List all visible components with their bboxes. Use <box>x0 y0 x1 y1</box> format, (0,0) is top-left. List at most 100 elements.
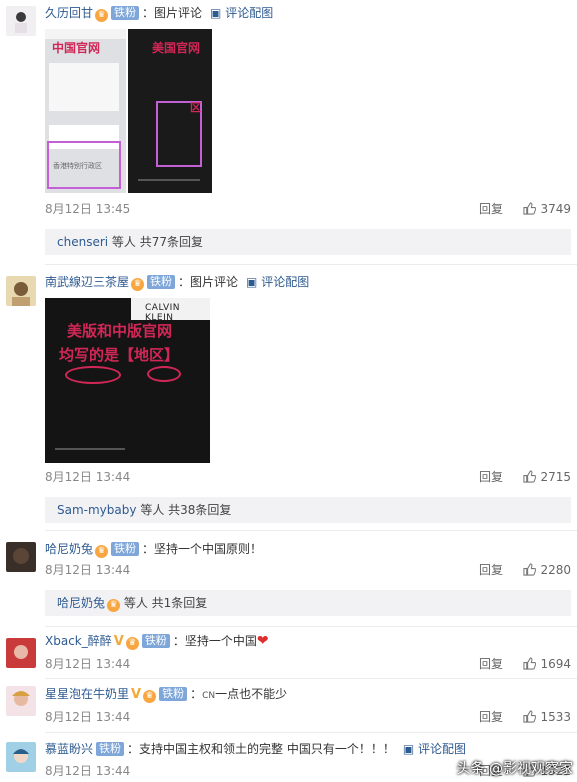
comment-line: 星星泡在牛奶里 V ♛ 铁粉 ：CN一点也不能少 <box>45 685 571 703</box>
timestamp: 8月12日 13:44 <box>45 764 131 778</box>
comment-line: 慕蓝盼兴 铁粉 ：支持中国主权和领土的完整 中国只有一个！！！ ▣ 评论配图 <box>45 740 571 758</box>
reply-count: 等人 共38条回复 <box>140 503 232 517</box>
image-text: 美版和中版官网 <box>67 322 173 340</box>
image-caption: 区 <box>190 101 201 114</box>
thumbs-up-icon <box>523 202 537 215</box>
username[interactable]: 久历回甘 <box>45 6 93 20</box>
fan-badge: 铁粉 <box>141 634 170 648</box>
like-button[interactable]: 1533 <box>523 708 571 726</box>
image-caption: 香港特别行政区 <box>53 162 102 170</box>
avatar[interactable] <box>6 638 36 668</box>
vip-icon: ♛ <box>131 278 145 291</box>
fan-badge: 铁粉 <box>147 275 176 289</box>
comment-text: ：坚持一个中国原则！ <box>142 542 263 556</box>
comment-meta: 8月12日 13:45 回复 3749 <box>45 200 571 218</box>
image-link-label: 评论配图 <box>261 275 310 289</box>
comment-text: ： <box>190 687 203 701</box>
avatar[interactable] <box>6 276 36 306</box>
comment-5: 星星泡在牛奶里 V ♛ 铁粉 ：CN一点也不能少 8月12日 13:44 回复 1533 <box>0 678 577 732</box>
reply-button[interactable]: 回复 <box>479 200 503 218</box>
comment-meta: 8月12日 13:44 回复 1694 <box>45 655 571 673</box>
username[interactable]: 慕蓝盼兴 <box>45 742 93 756</box>
thumbs-up-icon <box>523 657 537 670</box>
comment-text: ： <box>178 275 191 289</box>
reply-count: 等人 共1条回复 <box>123 596 208 610</box>
comment-text: ： <box>142 6 155 20</box>
fan-badge: 铁粉 <box>111 6 140 20</box>
vip-icon: ♛ <box>143 690 157 703</box>
comment-image-right[interactable]: 美国官网 区 <box>128 29 212 193</box>
avatar[interactable] <box>6 686 36 716</box>
fan-badge: 铁粉 <box>159 687 188 701</box>
like-button[interactable]: 1694 <box>523 655 571 673</box>
comment-text: ：支持中国主权和领土的完整 中国只有一个！！！ <box>127 742 395 756</box>
username[interactable]: 哈尼奶兔 <box>45 542 93 556</box>
comment-2: 南武線辺三茶屋 ♛ 铁粉 ：图片评论 ▣ 评论配图 CALVIN KLEIN 美版和中版… <box>0 264 577 528</box>
reply-summary[interactable]: Sam-mybaby 等人 共38条回复 <box>45 497 571 523</box>
comment-text: 图片评论 <box>154 6 203 20</box>
username[interactable]: 南武線辺三茶屋 <box>45 275 129 289</box>
image-link[interactable]: ▣ 评论配图 <box>403 742 466 756</box>
cn-text: CN <box>202 691 216 701</box>
vip-icon: ♛ <box>107 599 121 612</box>
comment-line: Xback_醉醉 V ♛ 铁粉 ：坚持一个中国❤ <box>45 632 571 650</box>
reply-username[interactable]: Sam-mybaby <box>57 503 136 517</box>
like-count: 3749 <box>540 202 571 216</box>
like-button[interactable]: 3749 <box>523 200 571 218</box>
verified-icon: V <box>131 687 142 702</box>
verified-icon: V <box>113 634 124 649</box>
comment-meta: 8月12日 13:44 回复 2280 <box>45 561 571 579</box>
like-count: 2280 <box>540 563 571 577</box>
username[interactable]: Xback_醉醉 <box>45 634 112 648</box>
comment-text: 一点也不能少 <box>215 687 288 701</box>
image-text: 均写的是【地区】 <box>59 346 180 364</box>
comment-line: 久历回甘 ♛ 铁粉 ：图片评论 ▣ 评论配图 <box>45 4 571 22</box>
like-button[interactable]: 2280 <box>523 561 571 579</box>
reply-summary[interactable]: 哈尼奶兔 ♛ 等人 共1条回复 <box>45 590 571 616</box>
timestamp: 8月12日 13:44 <box>45 470 131 484</box>
like-count: 1533 <box>540 710 571 724</box>
vip-icon: ♛ <box>125 637 139 650</box>
reply-summary[interactable]: chenseri 等人 共77条回复 <box>45 229 571 255</box>
image-label: 美国官网 <box>152 41 201 55</box>
reply-username[interactable]: 哈尼奶兔 <box>57 596 105 610</box>
reply-button[interactable]: 回复 <box>479 708 503 726</box>
image-link-label: 评论配图 <box>225 6 274 20</box>
timestamp: 8月12日 13:44 <box>45 710 131 724</box>
thumbs-up-icon <box>523 470 537 483</box>
comment-image[interactable]: CALVIN KLEIN 美版和中版官网 均写的是【地区】 <box>45 298 210 463</box>
timestamp: 8月12日 13:44 <box>45 657 131 671</box>
watermark: 头条 @影视观察家 <box>456 761 573 777</box>
thumbs-up-icon <box>523 710 537 723</box>
reply-button[interactable]: 回复 <box>479 561 503 579</box>
like-count: 2715 <box>540 470 571 484</box>
avatar[interactable] <box>6 542 36 572</box>
comment-meta: 8月12日 13:44 回复 1533 <box>45 708 571 726</box>
comment-3: 哈尼奶兔 ♛ 铁粉 ：坚持一个中国原则！ 8月12日 13:44 回复 2280 哈尼… <box>0 530 577 624</box>
heart-icon: ❤ <box>256 633 269 649</box>
comment-image-left[interactable]: 中国官网 香港特别行政区 <box>45 29 126 193</box>
thumbs-up-icon <box>523 563 537 576</box>
comment-line: 南武線辺三茶屋 ♛ 铁粉 ：图片评论 ▣ 评论配图 <box>45 273 571 291</box>
vip-icon: ♛ <box>95 9 109 22</box>
timestamp: 8月12日 13:45 <box>45 202 131 216</box>
reply-button[interactable]: 回复 <box>479 468 503 486</box>
image-label: 中国官网 <box>52 41 101 55</box>
avatar[interactable] <box>6 742 36 772</box>
comment-meta: 8月12日 13:44 回复 2715 <box>45 468 571 486</box>
image-link[interactable]: ▣ 评论配图 <box>246 275 309 289</box>
image-link-label: 评论配图 <box>418 742 467 756</box>
comment-1: 久历回甘 ♛ 铁粉 ：图片评论 ▣ 评论配图 中国官网 香港特别行政区 美国官网 区 8… <box>0 0 577 262</box>
comment-text: 图片评论 <box>190 275 239 289</box>
like-button[interactable]: 2715 <box>523 468 571 486</box>
vip-icon: ♛ <box>95 545 109 558</box>
fan-badge: 铁粉 <box>96 742 125 756</box>
reply-username[interactable]: chenseri <box>57 235 108 249</box>
reply-button[interactable]: 回复 <box>479 655 503 673</box>
avatar[interactable] <box>6 6 36 36</box>
like-count: 1694 <box>540 657 571 671</box>
timestamp: 8月12日 13:44 <box>45 563 131 577</box>
username[interactable]: 星星泡在牛奶里 <box>45 687 129 701</box>
image-link[interactable]: ▣ 评论配图 <box>210 6 273 20</box>
comment-line: 哈尼奶兔 ♛ 铁粉 ：坚持一个中国原则！ <box>45 540 571 558</box>
